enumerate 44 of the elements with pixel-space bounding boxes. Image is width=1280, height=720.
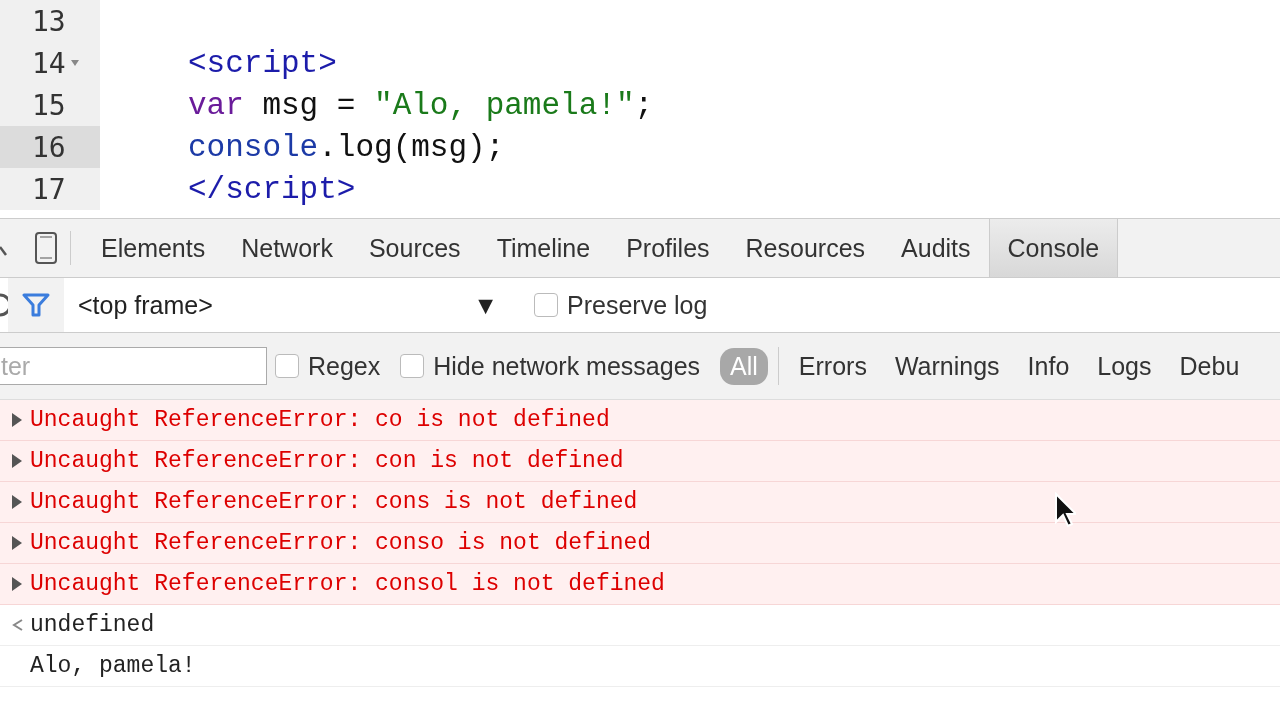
line-number: 13 <box>32 4 66 38</box>
message-text: undefined <box>30 612 155 638</box>
devtools-tab[interactable]: Profiles <box>608 219 728 277</box>
funnel-icon <box>22 292 50 318</box>
devtools-tab[interactable]: Timeline <box>478 219 609 277</box>
message-text: Uncaught ReferenceError: consol is not defined <box>30 571 665 597</box>
expand-triangle-icon[interactable] <box>10 576 24 592</box>
level-filter[interactable]: Errors <box>788 347 877 385</box>
devtools-tab[interactable]: Elements <box>83 219 224 277</box>
code-line: var msg = "Alo, pamela!"; <box>187 87 654 123</box>
line-number: 15 <box>32 88 66 122</box>
phone-icon[interactable] <box>34 232 58 264</box>
message-text: Uncaught ReferenceError: con is not defined <box>30 448 624 474</box>
level-filter[interactable]: Debu <box>1169 347 1250 385</box>
devtools-tab[interactable]: Sources <box>350 219 479 277</box>
level-filter[interactable]: Info <box>1017 347 1080 385</box>
preserve-log-checkbox[interactable]: Preserve log <box>534 290 708 320</box>
message-text: Alo, pamela! <box>30 653 196 679</box>
devtools-tab[interactable]: Audits <box>883 219 989 277</box>
context-select[interactable]: <top frame> ▼ <box>64 290 512 320</box>
expand-triangle-icon[interactable] <box>10 535 24 551</box>
devtools-tab[interactable]: Console <box>988 219 1119 277</box>
expand-triangle-icon[interactable] <box>10 412 24 428</box>
code-line: <script> <box>187 45 337 81</box>
message-text: Uncaught ReferenceError: cons is not defined <box>30 489 638 515</box>
code-line: console.log(msg); <box>187 129 505 165</box>
filter-field[interactable]: ter <box>0 347 267 385</box>
fold-arrow-icon[interactable] <box>69 59 80 67</box>
expand-triangle-icon[interactable] <box>10 494 24 510</box>
devtools-tab[interactable]: Network <box>223 219 351 277</box>
mouse-pointer-icon <box>1054 492 1076 528</box>
level-filter[interactable]: Warnings <box>884 347 1010 385</box>
line-number: 17 <box>32 172 66 206</box>
message-text: Uncaught ReferenceError: co is not defined <box>30 407 610 433</box>
message-text: Uncaught ReferenceError: conso is not defined <box>30 530 652 556</box>
line-number: 16 <box>32 130 66 164</box>
filter-button[interactable] <box>8 278 64 332</box>
devtools-tab[interactable]: Resources <box>727 219 884 277</box>
hide-network-checkbox[interactable]: Hide network messages <box>400 351 701 381</box>
line-number: 14 <box>32 46 66 80</box>
code-line: </script> <box>187 171 356 207</box>
level-filter[interactable]: Logs <box>1087 347 1162 385</box>
expand-triangle-icon[interactable] <box>10 453 24 469</box>
regex-checkbox[interactable]: Regex <box>275 351 381 381</box>
